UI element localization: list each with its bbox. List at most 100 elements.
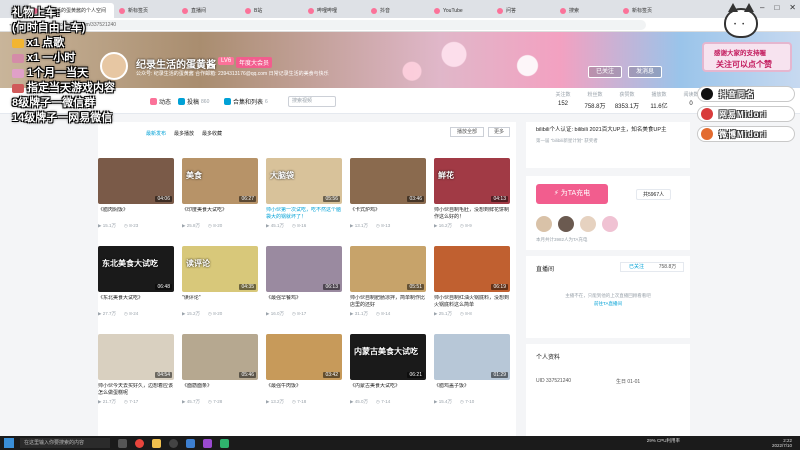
live-tab-count[interactable]: 758.8万: [652, 263, 683, 271]
browser-tab[interactable]: 哔哩哔哩: [304, 3, 366, 18]
video-title[interactable]: 帅小伙自制肥肠凉拌，简单制作比店里的还好: [350, 295, 426, 309]
video-thumbnail[interactable]: 05:46: [182, 334, 258, 380]
video-thumbnail[interactable]: 大脑袋 05:56: [266, 158, 342, 204]
taskbar-clock[interactable]: 2:22 2022/7/10: [772, 438, 792, 448]
video-thumbnail[interactable]: 05:51: [350, 246, 426, 292]
video-thumbnail[interactable]: 东北美食大试吃 06:48: [98, 246, 174, 292]
video-card[interactable]: 读评论 04:35 "读评论" ▶ 15.2万 ◷ 8-20: [182, 246, 258, 317]
video-title[interactable]: 帅小伙第一次试吃，吃不然这个脑袋大的锅就坏了！: [266, 207, 342, 221]
video-title[interactable]: 《最强牛肉饭》: [266, 383, 342, 397]
video-card[interactable]: 美食 06:27 《印度美食大试吃》 ▶ 25.8万 ◷ 8-20: [182, 158, 258, 229]
more-button[interactable]: 更多: [488, 127, 510, 137]
overlay-rule-text: x1 点歌: [27, 37, 65, 49]
video-title[interactable]: 帅小伙自制毛肚，没想到鲜花饼制作这么好的！: [434, 207, 510, 221]
chrome-icon[interactable]: [135, 438, 144, 448]
video-card[interactable]: 05:51 帅小伙自制肥肠凉拌，简单制作比店里的还好 ▶ 31.1万 ◷ 8-14: [350, 246, 426, 317]
video-thumbnail[interactable]: 03:42: [266, 334, 342, 380]
charger-avatar[interactable]: [536, 216, 552, 232]
charge-button[interactable]: ⚡ 为TA充电: [536, 184, 608, 204]
browser-tab[interactable]: 抖音: [367, 3, 429, 18]
video-thumbnail[interactable]: 内蒙古美食大试吃 06:21: [350, 334, 426, 380]
video-card[interactable]: 内蒙古美食大试吃 06:21 《内蒙古美食大试吃》 ▶ 45.0万 ◷ 7-14: [350, 334, 426, 405]
system-tray[interactable]: 29% CPU利用率: [647, 438, 680, 443]
tab-dynamic-label: 动态: [159, 100, 172, 106]
tab-collections[interactable]: 合集和列表 6: [224, 97, 268, 106]
video-thumbnail[interactable]: 06:13: [266, 246, 342, 292]
task-view-icon[interactable]: [118, 438, 127, 448]
minimize-icon[interactable]: –: [760, 3, 764, 12]
browser-tab[interactable]: YouTube: [430, 3, 492, 18]
video-title[interactable]: 《腊肉焖饭》: [98, 207, 174, 221]
stat-item[interactable]: 获赞数 8353.1万: [612, 91, 642, 110]
app-icon[interactable]: [186, 438, 195, 448]
video-title[interactable]: 《面筋面条》: [182, 383, 258, 397]
video-title[interactable]: 《内蒙古美食大试吃》: [350, 383, 426, 397]
app-icon[interactable]: [220, 438, 229, 448]
lightning-icon: ⚡: [553, 190, 559, 197]
play-all-button[interactable]: 播放全部: [450, 127, 484, 137]
sort-most-favorited[interactable]: 最多收藏: [202, 130, 222, 137]
video-card[interactable]: 05:46 《面筋面条》 ▶ 45.7万 ◷ 7-28: [182, 334, 258, 405]
close-icon[interactable]: ✕: [789, 3, 796, 12]
windows-start-icon[interactable]: [4, 438, 14, 448]
video-thumbnail[interactable]: 06:19: [434, 246, 510, 292]
video-title[interactable]: 《最强早餐鸡》: [266, 295, 342, 309]
video-card[interactable]: 东北美食大试吃 06:48 《东北美食大试吃》 ▶ 27.7万 ◷ 8-24: [98, 246, 174, 317]
tab-contribute[interactable]: 投稿 860: [178, 97, 209, 106]
tab-dynamic[interactable]: 动态: [150, 97, 171, 106]
browser-tab[interactable]: 搜索: [556, 3, 618, 18]
video-thumbnail[interactable]: 04:06: [98, 158, 174, 204]
video-thumbnail[interactable]: 03:46: [350, 158, 426, 204]
stat-item[interactable]: 关注数 152: [548, 91, 578, 107]
browser-tab[interactable]: 直播间: [178, 3, 240, 18]
video-title[interactable]: 帅小伙今天去买好久，边想着应该怎么做蛋糕呢: [98, 383, 174, 397]
sort-latest[interactable]: 最新发布: [146, 130, 166, 137]
browser-tab[interactable]: 问答: [493, 3, 555, 18]
browser-tab[interactable]: B站: [241, 3, 303, 18]
platform-icon: [701, 108, 713, 120]
video-card[interactable]: 大脑袋 05:56 帅小伙第一次试吃，吃不然这个脑袋大的锅就坏了！ ▶ 45.1万 ◷ …: [266, 158, 342, 229]
video-card[interactable]: 06:13 《最强早餐鸡》 ▶ 16.0万 ◷ 8-17: [266, 246, 342, 317]
view-count-value: 45.7万: [186, 399, 200, 404]
video-title[interactable]: "读评论": [182, 295, 258, 309]
video-thumbnail[interactable]: 鲜花 04:13: [434, 158, 510, 204]
video-card[interactable]: 03:42 《最强牛肉饭》 ▶ 13.2万 ◷ 7-18: [266, 334, 342, 405]
video-duration: 05:56: [323, 196, 340, 202]
browser-tab[interactable]: 新标签页: [619, 3, 681, 18]
video-card[interactable]: 06:19 帅小伙自制红油火锅底料，没想到火锅底料这么简单 ▶ 25.1万 ◷ 8-8: [434, 246, 510, 317]
charger-avatar[interactable]: [602, 216, 618, 232]
charger-avatar[interactable]: [580, 216, 596, 232]
view-count-value: 25.1万: [438, 311, 452, 316]
view-count-value: 45.1万: [270, 223, 284, 228]
video-card[interactable]: 04:06 《腊肉焖饭》 ▶ 15.1万 ◷ 8-23: [98, 158, 174, 229]
app-icon[interactable]: [203, 438, 212, 448]
follow-button[interactable]: 已关注: [588, 66, 622, 78]
video-title[interactable]: 《印度美食大试吃》: [182, 207, 258, 221]
video-thumbnail[interactable]: 04:54: [98, 334, 174, 380]
video-thumbnail[interactable]: 美食 06:27: [182, 158, 258, 204]
space-search-input[interactable]: 搜索视频: [288, 96, 336, 107]
video-title[interactable]: 帅小伙自制红油火锅底料，没想到火锅底料这么简单: [434, 295, 510, 309]
video-card[interactable]: 04:54 帅小伙今天去买好久，边想着应该怎么做蛋糕呢 ▶ 21.7万 ◷ 7-17: [98, 334, 174, 405]
maximize-icon[interactable]: □: [774, 3, 779, 12]
live-tab-followed[interactable]: 已关注: [621, 263, 652, 271]
taskbar-search[interactable]: 在这里输入你要搜索的内容: [20, 438, 110, 448]
charger-avatar[interactable]: [558, 216, 574, 232]
sort-most-played[interactable]: 最多播放: [174, 130, 194, 137]
folder-icon[interactable]: [152, 438, 161, 448]
video-title[interactable]: 《腊鸡盖子饭》: [434, 383, 510, 397]
video-card[interactable]: 03:46 《卡式炉鸡》 ▶ 13.1万 ◷ 8-13: [350, 158, 426, 229]
video-thumbnail[interactable]: 01:29: [434, 334, 510, 380]
live-room-link[interactable]: 前往TA直播间: [526, 300, 690, 308]
video-title[interactable]: 《卡式炉鸡》: [350, 207, 426, 221]
stat-item[interactable]: 粉丝数 758.8万: [580, 91, 610, 110]
overlay-rule-line: 1个月一当天: [12, 66, 142, 81]
video-title[interactable]: 《东北美食大试吃》: [98, 295, 174, 309]
video-card[interactable]: 01:29 《腊鸡盖子饭》 ▶ 15.4万 ◷ 7-10: [434, 334, 510, 405]
message-button[interactable]: 发消息: [628, 66, 662, 78]
stat-item[interactable]: 播放数 11.6亿: [644, 91, 674, 110]
video-card[interactable]: 鲜花 04:13 帅小伙自制毛肚，没想到鲜花饼制作这么好的！ ▶ 16.2万 ◷ 8-9: [434, 158, 510, 229]
video-thumbnail[interactable]: 读评论 04:35: [182, 246, 258, 292]
obs-icon[interactable]: [169, 438, 178, 448]
play-icon: ▶: [182, 399, 186, 404]
